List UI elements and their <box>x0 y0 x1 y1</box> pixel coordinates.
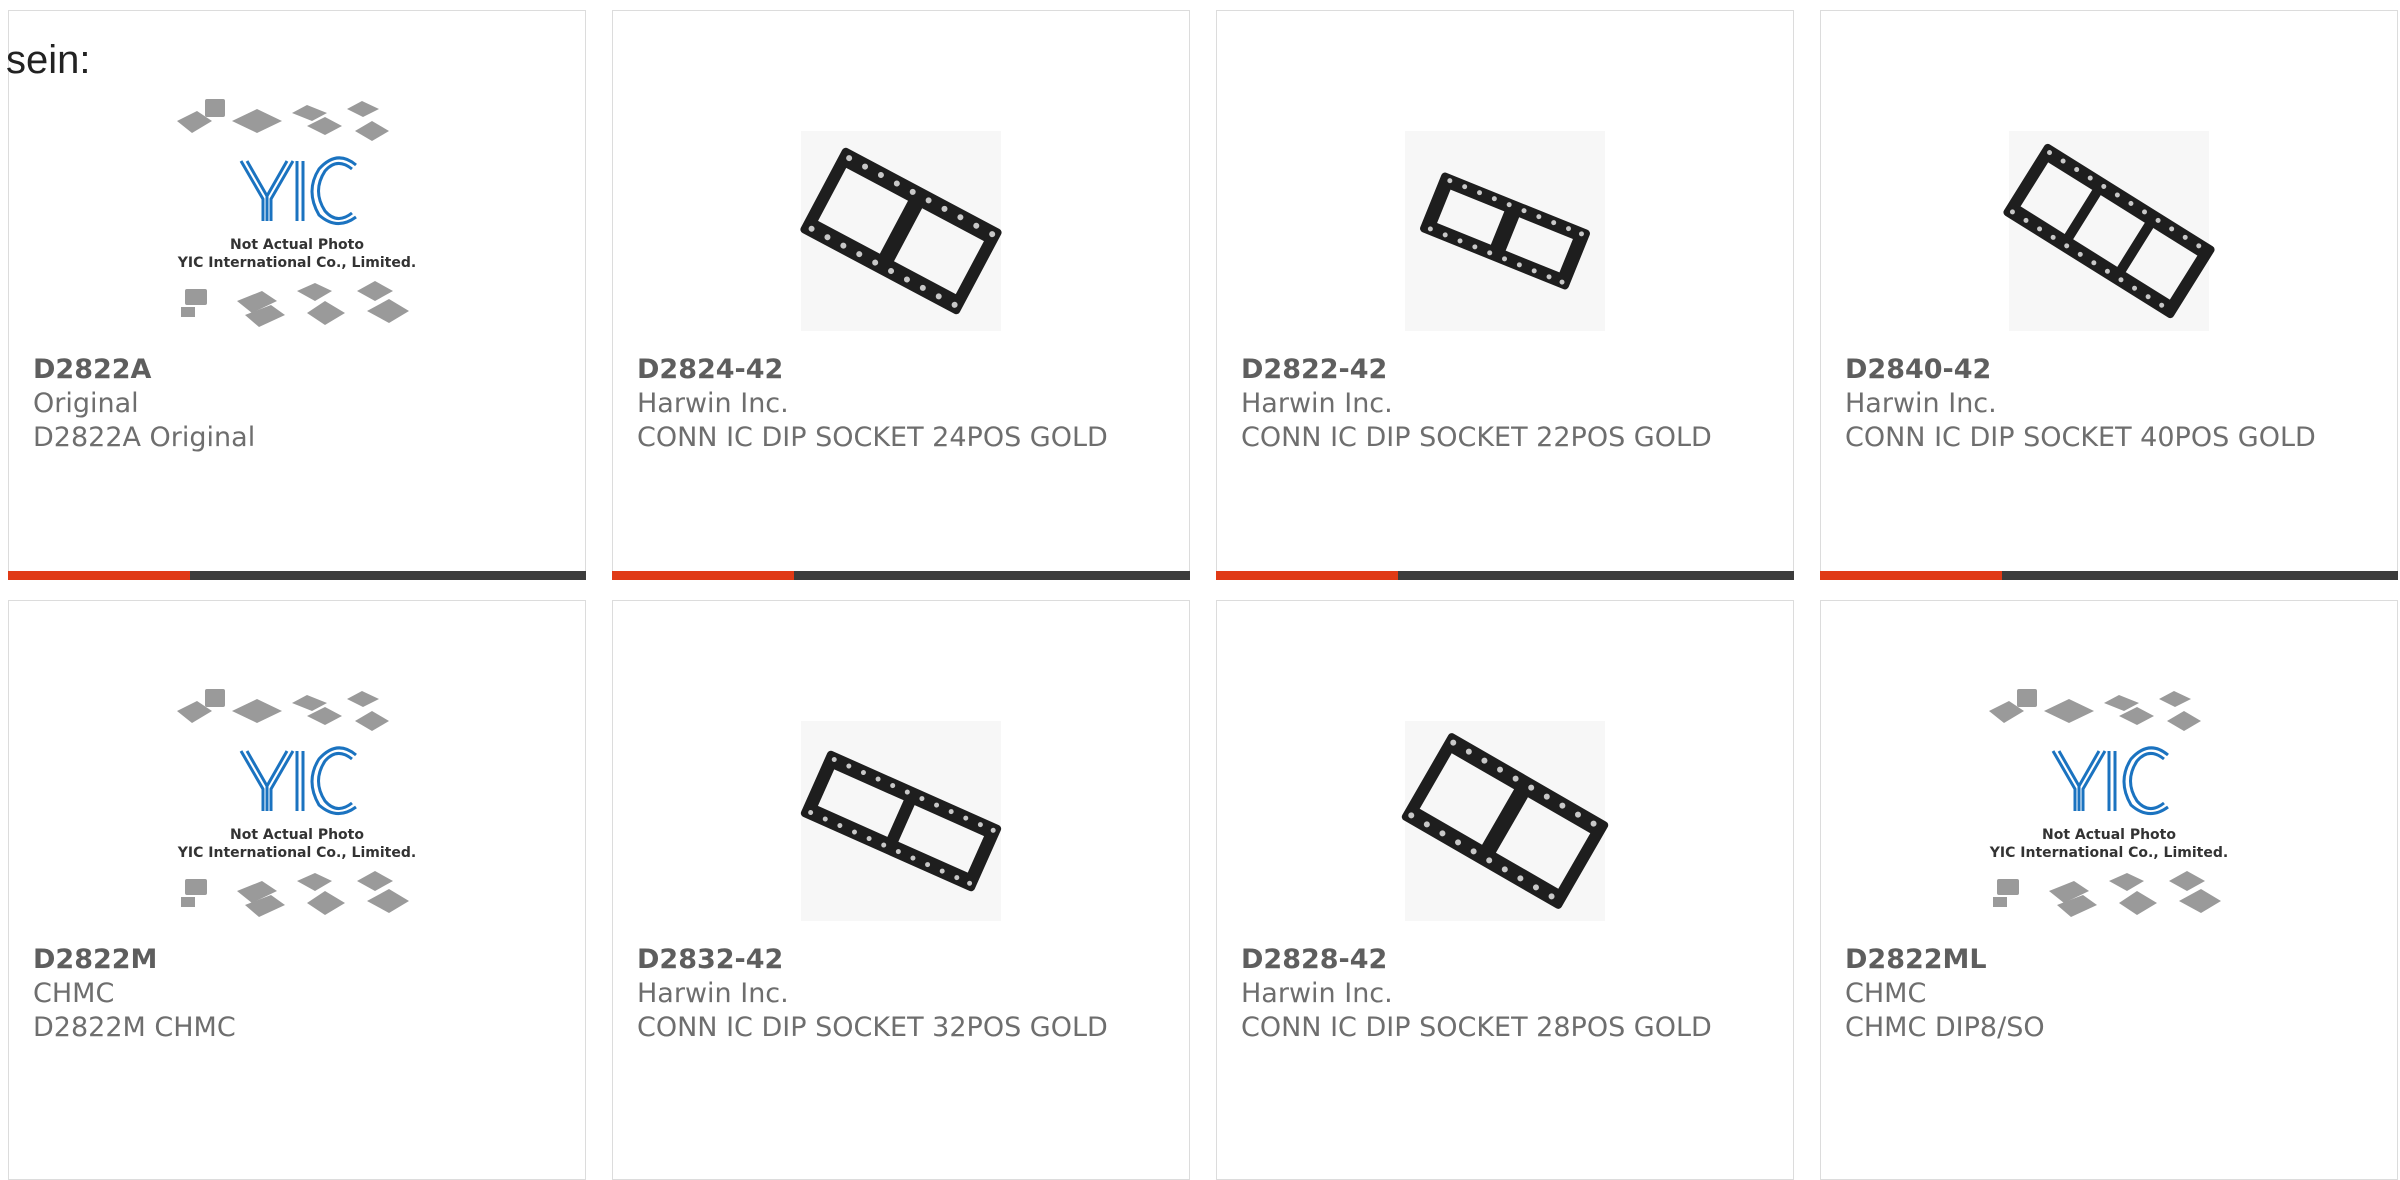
description: D2822A Original <box>33 422 256 453</box>
manufacturer: Harwin Inc. <box>637 978 789 1009</box>
dip-socket-icon <box>2003 131 2215 331</box>
description: CONN IC DIP SOCKET 32POS GOLD <box>637 1012 1108 1043</box>
part-number[interactable]: D2822A <box>33 353 565 387</box>
description: CONN IC DIP SOCKET 24POS GOLD <box>637 422 1108 453</box>
product-card-d2822ml[interactable]: Not Actual Photo YIC International Co., … <box>1820 600 2398 1180</box>
yic-placeholder-image: Not Actual Photo YIC International Co., … <box>1989 689 2228 917</box>
product-card-d2822m[interactable]: Not Actual Photo YIC International Co., … <box>8 600 586 1180</box>
placeholder-line2: YIC International Co., Limited. <box>1989 845 2228 861</box>
manufacturer: CHMC <box>1845 978 1927 1009</box>
card-bar <box>612 571 1190 580</box>
description: CONN IC DIP SOCKET 28POS GOLD <box>1241 1012 1712 1043</box>
placeholder-line1: Not Actual Photo <box>230 827 364 843</box>
product-card-d2828-42[interactable]: D2828-42 Harwin Inc. CONN IC DIP SOCKET … <box>1216 600 1794 1180</box>
manufacturer: Original <box>33 388 139 419</box>
product-card-d2840-42[interactable]: D2840-42 Harwin Inc. CONN IC DIP SOCKET … <box>1820 10 2398 580</box>
product-card-d2822-42[interactable]: D2822-42 Harwin Inc. CONN IC DIP SOCKET … <box>1216 10 1794 580</box>
description: D2822M CHMC <box>33 1012 236 1043</box>
manufacturer: Harwin Inc. <box>1845 388 1997 419</box>
part-number[interactable]: D2822ML <box>1845 943 2377 977</box>
part-number[interactable]: D2824-42 <box>637 353 1169 387</box>
yic-placeholder-image: Not Actual Photo YIC International Co., … <box>177 99 416 327</box>
dip-socket-icon <box>1405 131 1605 331</box>
part-number[interactable]: D2840-42 <box>1845 353 2377 387</box>
yic-logo-icon <box>239 156 357 225</box>
manufacturer: Harwin Inc. <box>1241 388 1393 419</box>
card-bar <box>8 571 586 580</box>
card-bar <box>1820 571 2398 580</box>
placeholder-line2: YIC International Co., Limited. <box>177 845 416 861</box>
part-number[interactable]: D2822M <box>33 943 565 977</box>
product-card-d2832-42[interactable]: D2832-42 Harwin Inc. CONN IC DIP SOCKET … <box>612 600 1190 1180</box>
description: CONN IC DIP SOCKET 22POS GOLD <box>1241 422 1712 453</box>
manufacturer: Harwin Inc. <box>637 388 789 419</box>
dip-socket-icon <box>800 131 1002 331</box>
placeholder-line1: Not Actual Photo <box>230 237 364 253</box>
yic-placeholder-image: Not Actual Photo YIC International Co., … <box>177 689 416 917</box>
card-bar-accent <box>1216 571 1398 580</box>
card-bar-accent <box>8 571 190 580</box>
placeholder-line1: Not Actual Photo <box>2042 827 2176 843</box>
manufacturer: Harwin Inc. <box>1241 978 1393 1009</box>
dip-socket-icon <box>1401 721 1609 921</box>
part-number[interactable]: D2822-42 <box>1241 353 1773 387</box>
description: CHMC DIP8/SO <box>1845 1012 2045 1043</box>
placeholder-line2: YIC International Co., Limited. <box>177 255 416 271</box>
product-card-d2824-42[interactable]: D2824-42 Harwin Inc. CONN IC DIP SOCKET … <box>612 10 1190 580</box>
card-bar-accent <box>1820 571 2002 580</box>
card-bar-accent <box>612 571 794 580</box>
description: CONN IC DIP SOCKET 40POS GOLD <box>1845 422 2316 453</box>
part-number[interactable]: D2832-42 <box>637 943 1169 977</box>
product-card-d2822a[interactable]: Not Actual Photo YIC International Co., … <box>8 10 586 580</box>
part-number[interactable]: D2828-42 <box>1241 943 1773 977</box>
card-bar <box>1216 571 1794 580</box>
dip-socket-icon <box>800 721 1002 921</box>
page-heading: sein: <box>6 38 91 82</box>
yic-logo-icon <box>239 746 357 815</box>
manufacturer: CHMC <box>33 978 115 1009</box>
yic-logo-icon <box>2051 746 2169 815</box>
